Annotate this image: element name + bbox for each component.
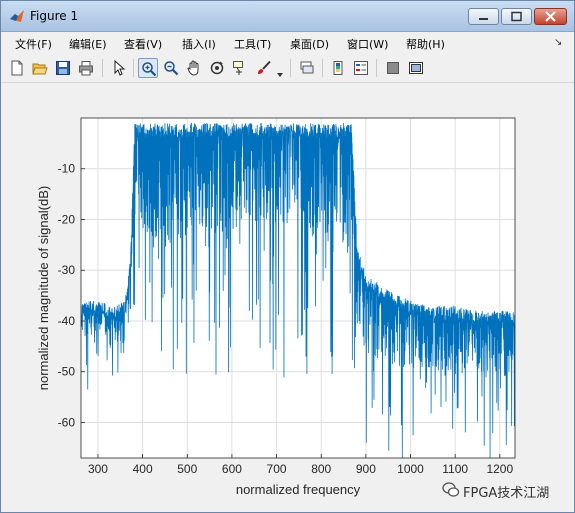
wechat-watermark-icon (442, 482, 460, 497)
menu-tools[interactable]: 工具(T) (234, 36, 271, 52)
legend-icon (354, 61, 368, 75)
brush-button[interactable] (254, 58, 274, 78)
toolbar-separator (102, 59, 103, 77)
y-tick-label: -10 (58, 162, 76, 176)
plot-axes[interactable]: 300 400 500 600 700 800 900 1000 1100 1200 -10 -20 -… (1, 83, 574, 512)
open-file-icon (32, 63, 48, 75)
show-plot-tools-icon (409, 62, 423, 74)
hide-plot-tools-icon (387, 62, 399, 74)
menu-view[interactable]: 查看(V) (124, 36, 162, 52)
maximize-icon (511, 11, 522, 22)
x-tick-label: 600 (222, 462, 242, 476)
brush-icon (258, 60, 271, 74)
pan-icon (187, 60, 199, 76)
figure-toolbar (1, 54, 574, 83)
figure-window: Figure 1 文件(F) 编辑(E) 查看(V) 插入(I) 工具(T) 桌… (0, 0, 575, 513)
menu-edit[interactable]: 编辑(E) (69, 36, 107, 52)
toolbar-separator (290, 59, 291, 77)
x-tick-label: 800 (311, 462, 331, 476)
legend-button[interactable] (351, 58, 371, 78)
menu-file[interactable]: 文件(F) (15, 36, 52, 52)
title-bar[interactable]: Figure 1 (1, 1, 574, 32)
toolbar-separator (376, 59, 377, 77)
x-axis-label: normalized frequency (236, 482, 361, 497)
print-icon (79, 61, 93, 76)
y-tick-label: -40 (58, 314, 76, 328)
zoom-in-icon (142, 62, 157, 77)
rotate-3d-button[interactable] (207, 58, 227, 78)
print-button[interactable] (76, 58, 96, 78)
menu-bar: 文件(F) 编辑(E) 查看(V) 插入(I) 工具(T) 桌面(D) 窗口(W… (1, 32, 574, 54)
link-plot-button[interactable] (297, 58, 317, 78)
maximize-button[interactable] (501, 8, 532, 25)
brush-dropdown-button[interactable] (276, 64, 284, 83)
x-tick-label: 300 (88, 462, 108, 476)
toolbar-separator (133, 59, 134, 77)
zoom-out-icon (164, 61, 179, 76)
new-figure-button[interactable] (7, 58, 27, 78)
colorbar-icon (333, 61, 343, 75)
menu-overflow-icon[interactable]: ↘ (554, 37, 562, 48)
x-tick-label: 500 (177, 462, 197, 476)
x-tick-label: 700 (267, 462, 287, 476)
rotate-3d-icon (210, 61, 224, 75)
save-button[interactable] (53, 58, 73, 78)
colorbar-button[interactable] (328, 58, 348, 78)
y-axis-label: normalized magnitude of signal(dB) (36, 186, 51, 391)
pointer-icon (114, 60, 126, 76)
menu-insert[interactable]: 插入(I) (182, 36, 216, 52)
menu-desktop[interactable]: 桌面(D) (290, 36, 329, 52)
y-tick-label: -60 (58, 415, 76, 429)
close-button[interactable] (534, 8, 567, 25)
window-title: Figure 1 (30, 9, 79, 23)
x-tick-label: 900 (356, 462, 376, 476)
minimize-icon (479, 18, 488, 20)
menu-help[interactable]: 帮助(H) (406, 36, 445, 52)
x-tick-label: 1000 (397, 462, 424, 476)
pointer-button[interactable] (109, 58, 129, 78)
x-tick-label: 1100 (442, 462, 468, 476)
hide-plot-tools-button[interactable] (383, 58, 403, 78)
minimize-button[interactable] (468, 8, 499, 25)
x-tick-label: 400 (133, 462, 153, 476)
data-cursor-button[interactable] (230, 58, 250, 78)
toolbar-separator (322, 59, 323, 77)
data-cursor-icon (233, 61, 243, 75)
pan-button[interactable] (184, 58, 204, 78)
x-tick-label: 1200 (486, 462, 513, 476)
zoom-in-button[interactable] (138, 58, 158, 78)
y-tick-label: -20 (58, 212, 76, 226)
matlab-app-icon (10, 10, 24, 22)
watermark-text: FPGA技术江湖 (463, 486, 550, 501)
y-tick-label: -50 (58, 365, 76, 379)
save-icon (56, 61, 70, 75)
open-file-button[interactable] (30, 58, 50, 78)
new-figure-icon (11, 60, 23, 76)
menu-window[interactable]: 窗口(W) (347, 36, 388, 52)
show-plot-tools-button[interactable] (406, 58, 426, 78)
figure-canvas: 300 400 500 600 700 800 900 1000 1100 1200 -10 -20 -… (1, 83, 574, 512)
close-icon (545, 11, 556, 22)
link-plot-icon (300, 61, 314, 74)
zoom-out-button[interactable] (161, 58, 181, 78)
brush-dropdown-icon (277, 73, 283, 77)
y-tick-label: -30 (58, 263, 76, 277)
